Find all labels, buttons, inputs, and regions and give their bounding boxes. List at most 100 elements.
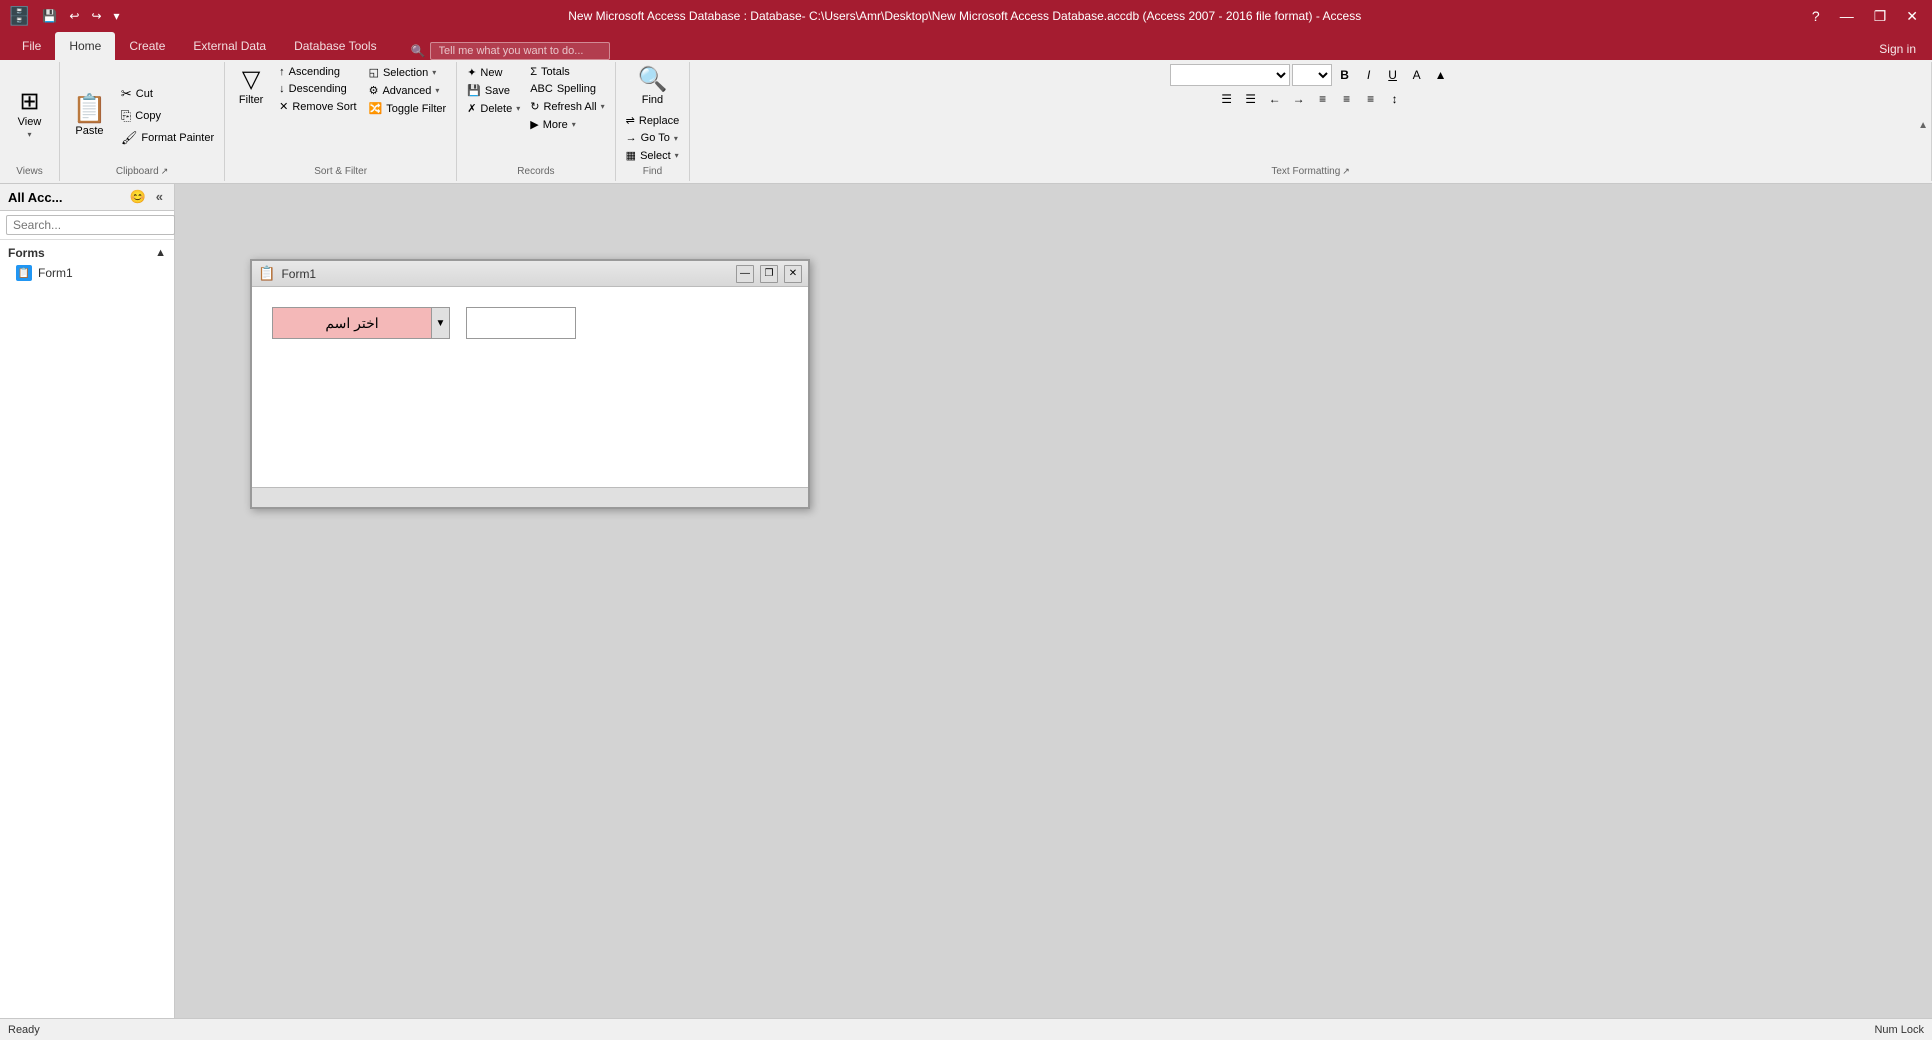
selection-icon: ◱ [369, 66, 379, 79]
remove-sort-icon: ✕ [279, 100, 288, 113]
totals-button[interactable]: Σ Totals [526, 64, 608, 80]
qat-undo-btn[interactable]: ↩ [65, 7, 83, 25]
remove-sort-button[interactable]: ✕ Remove Sort [275, 98, 360, 115]
sidebar-collapse-icon[interactable]: « [153, 188, 166, 206]
find-group-label: Find [639, 164, 666, 179]
numbered-list-button[interactable]: ☰ [1240, 88, 1262, 110]
form1-window: 📋 Form1 — ❐ ✕ اختر اسم ▼ [250, 259, 810, 509]
form-combobox[interactable]: اختر اسم ▼ [272, 307, 450, 339]
minimize-btn[interactable]: — [1834, 6, 1860, 26]
tab-home[interactable]: Home [55, 32, 115, 60]
font-size-select[interactable] [1292, 64, 1332, 86]
highlight-button[interactable]: ▲ [1430, 64, 1452, 86]
ribbon-group-clipboard: 📋 Paste ✂ Cut ⎘ Copy 🖌 Format Painter C [60, 62, 225, 181]
main-area: All Acc... 😊 « 🔍 Forms ▲ 📋 Form1 [0, 184, 1932, 1018]
ribbon-collapse-btn[interactable]: ▲ [1918, 120, 1928, 131]
delete-icon: ✗ [467, 102, 476, 115]
combobox-display: اختر اسم [272, 307, 432, 339]
descending-button[interactable]: ↓ Descending [275, 81, 360, 97]
select-button[interactable]: ▦ Select ▾ [622, 147, 684, 164]
filter-button[interactable]: ▽ Filter [231, 64, 271, 110]
font-color-button[interactable]: A [1406, 64, 1428, 86]
line-spacing-button[interactable]: ↕ [1384, 88, 1406, 110]
save-record-icon: 💾 [467, 84, 481, 97]
find-icon: 🔍 [638, 68, 668, 92]
qat-redo-btn[interactable]: ↪ [87, 7, 105, 25]
advanced-icon: ⚙ [369, 84, 379, 97]
save-record-button[interactable]: 💾 Save [463, 82, 524, 99]
align-center-button[interactable]: ≡ [1336, 88, 1358, 110]
toggle-filter-button[interactable]: 🔀 Toggle Filter [365, 100, 451, 117]
replace-icon: ⇌ [626, 114, 635, 127]
form1-restore-btn[interactable]: ❐ [760, 265, 778, 283]
replace-button[interactable]: ⇌ Replace [622, 112, 684, 129]
delete-button[interactable]: ✗ Delete ▾ [463, 100, 524, 117]
sidebar-search-bar: 🔍 [0, 211, 174, 240]
indent-decrease-button[interactable]: ← [1264, 88, 1286, 110]
maximize-btn[interactable]: ❐ [1868, 6, 1893, 27]
status-bar: Ready Num Lock [0, 1018, 1932, 1040]
indent-increase-button[interactable]: → [1288, 88, 1310, 110]
status-num-lock: Num Lock [1874, 1024, 1924, 1036]
sidebar-search-input[interactable] [6, 215, 175, 235]
close-btn[interactable]: ✕ [1900, 6, 1924, 27]
paste-button[interactable]: 📋 Paste [66, 88, 113, 141]
bullet-list-button[interactable]: ☰ [1216, 88, 1238, 110]
sidebar: All Acc... 😊 « 🔍 Forms ▲ 📋 Form1 [0, 184, 175, 1018]
help-btn[interactable]: ? [1806, 6, 1826, 26]
selection-button[interactable]: ◱ Selection ▾ [365, 64, 451, 81]
sidebar-emoji-icon[interactable]: 😊 [127, 188, 149, 206]
form1-footer [252, 487, 808, 507]
advanced-button[interactable]: ⚙ Advanced ▾ [365, 82, 451, 99]
tab-database-tools[interactable]: Database Tools [280, 32, 391, 60]
form-textbox[interactable] [466, 307, 576, 339]
goto-button[interactable]: → Go To ▾ [622, 130, 684, 146]
tab-create[interactable]: Create [115, 32, 179, 60]
ribbon-group-text-formatting: B I U A ▲ ☰ ☰ ← → ≡ ≡ ≡ ↕ Text Formattin… [690, 62, 1932, 181]
ribbon-search: 🔍 [411, 42, 610, 60]
new-record-button[interactable]: ✦ New [463, 64, 524, 81]
cut-button[interactable]: ✂ Cut [117, 84, 218, 104]
view-dropdown-arrow[interactable]: ▾ [27, 130, 31, 139]
clipboard-group-label: Clipboard ↗ [112, 164, 172, 179]
ribbon-group-find: 🔍 Find ⇌ Replace → Go To ▾ ▦ Select ▾ [616, 62, 691, 181]
paste-icon: 📋 [72, 92, 107, 125]
ribbon-group-sort-filter: ▽ Filter ↑ Ascending ↓ Descending ✕ Remo… [225, 62, 457, 181]
tab-file[interactable]: File [8, 32, 55, 60]
toggle-filter-icon: 🔀 [369, 102, 383, 115]
refresh-all-button[interactable]: ↻ Refresh All ▾ [526, 98, 608, 115]
copy-button[interactable]: ⎘ Copy [117, 106, 218, 126]
form1-minimize-btn[interactable]: — [736, 265, 754, 283]
bold-button[interactable]: B [1334, 64, 1356, 86]
spelling-button[interactable]: ABC Spelling [526, 81, 608, 97]
sidebar-item-form1[interactable]: 📋 Form1 [8, 262, 166, 284]
clipboard-expand-btn[interactable]: ↗ [161, 166, 169, 177]
qat-customize-btn[interactable]: ▾ [110, 7, 124, 25]
format-painter-button[interactable]: 🖌 Format Painter [117, 128, 218, 148]
window-title: New Microsoft Access Database : Database… [124, 9, 1806, 23]
ascending-button[interactable]: ↑ Ascending [275, 64, 360, 80]
combobox-arrow[interactable]: ▼ [432, 307, 450, 339]
qat-save-btn[interactable]: 💾 [38, 7, 61, 25]
form1-icon: 📋 [16, 265, 32, 281]
ribbon-search-input[interactable] [430, 42, 610, 60]
content-area: 📋 Form1 — ❐ ✕ اختر اسم ▼ [175, 184, 1932, 1018]
view-button[interactable]: ⊞ View ▾ [10, 86, 50, 143]
find-button[interactable]: 🔍 Find [632, 64, 674, 110]
align-right-button[interactable]: ≡ [1360, 88, 1382, 110]
search-icon: 🔍 [411, 44, 426, 58]
sort-filter-group-label: Sort & Filter [310, 164, 371, 179]
italic-button[interactable]: I [1358, 64, 1380, 86]
text-formatting-expand-btn[interactable]: ↗ [1342, 166, 1350, 177]
form1-close-btn[interactable]: ✕ [784, 265, 802, 283]
access-logo: 🗄️ [8, 6, 30, 27]
align-left-button[interactable]: ≡ [1312, 88, 1334, 110]
underline-button[interactable]: U [1382, 64, 1404, 86]
sign-in-link[interactable]: Sign in [1871, 38, 1924, 60]
form1-body: اختر اسم ▼ [252, 287, 808, 487]
more-button[interactable]: ▶ More ▾ [526, 116, 608, 133]
filter-icon: ▽ [242, 68, 260, 92]
tab-external-data[interactable]: External Data [179, 32, 280, 60]
sidebar-forms-header[interactable]: Forms ▲ [8, 244, 166, 262]
font-name-select[interactable] [1170, 64, 1290, 86]
